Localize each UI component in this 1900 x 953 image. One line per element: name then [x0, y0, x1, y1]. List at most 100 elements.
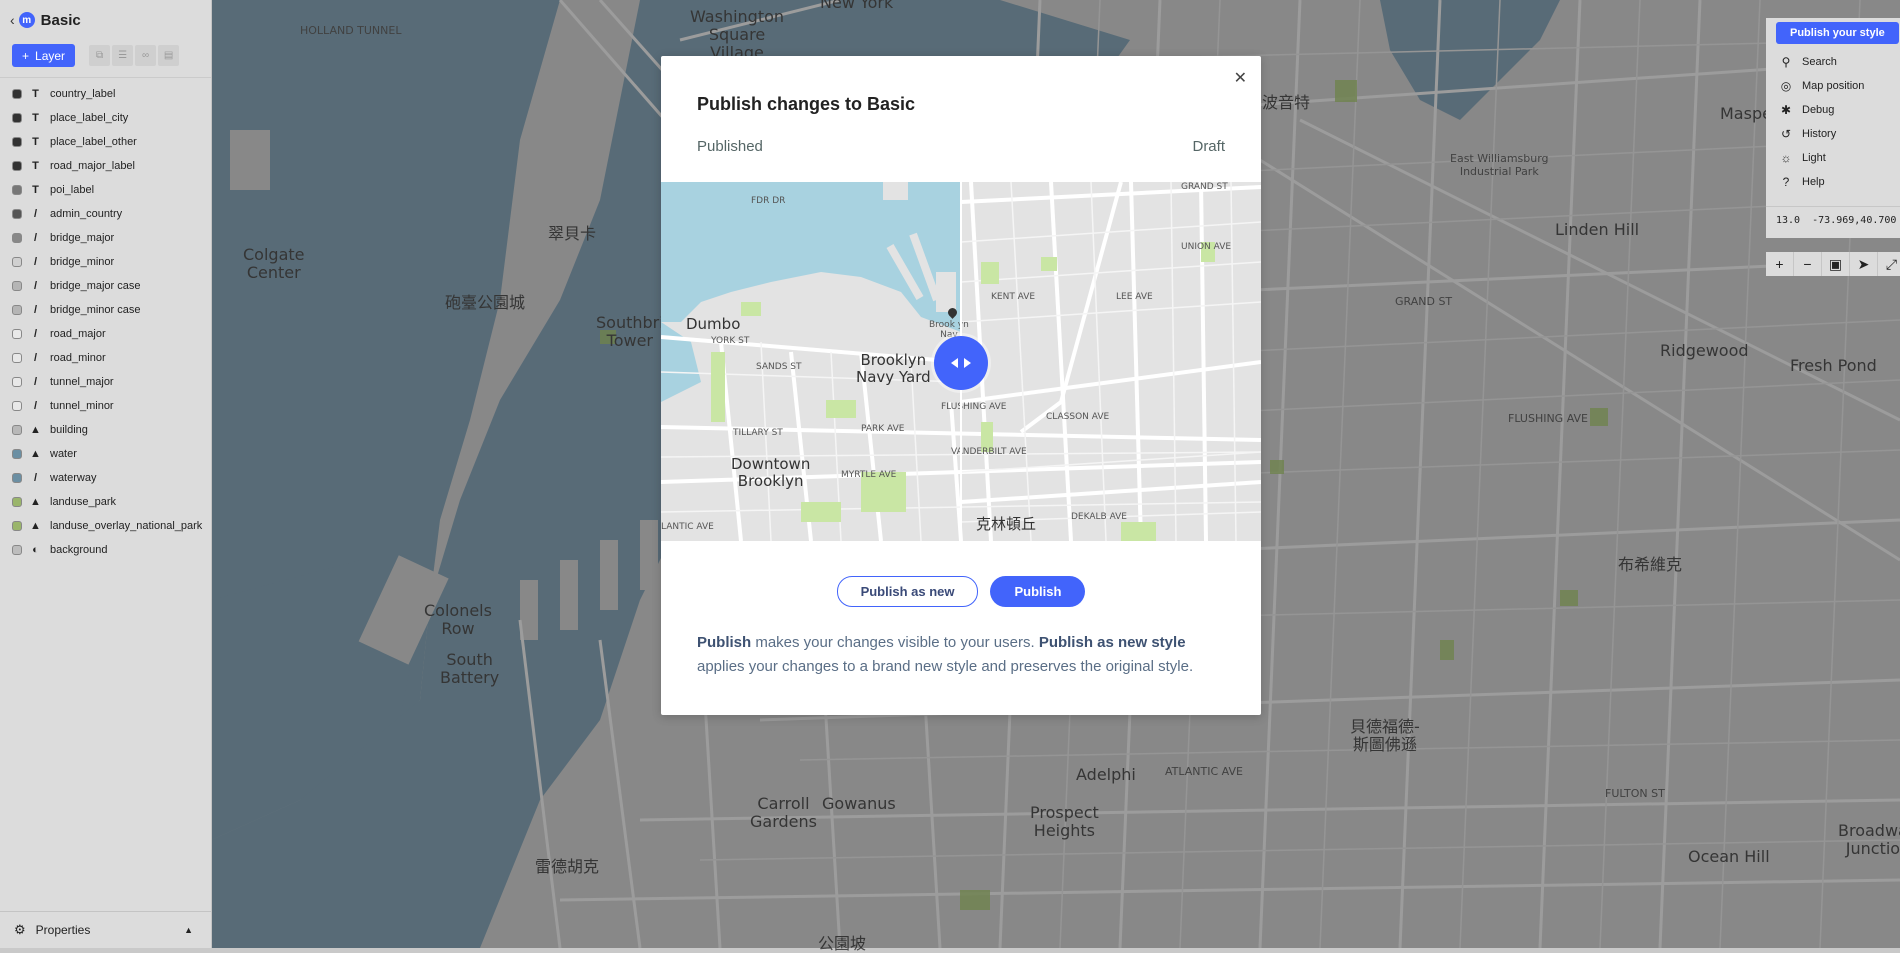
desc-bold-1: Publish — [697, 634, 752, 651]
fill-layer-icon: ▲ — [30, 448, 41, 460]
layer-name: tunnel_minor — [50, 400, 114, 412]
lock-icon[interactable]: ▣ — [1822, 252, 1850, 276]
layer-tools: ⧉ ☰ ∞ ▤ — [89, 45, 180, 66]
link-icon[interactable]: ∞ — [135, 45, 157, 66]
layer-name: landuse_overlay_national_park — [50, 520, 203, 532]
layer-color-swatch — [12, 209, 22, 219]
compare-map-label: PARK AVE — [861, 424, 905, 434]
layer-row[interactable]: / bridge_minor — [0, 250, 211, 274]
tool-item-history[interactable]: ↺ History — [1766, 122, 1900, 146]
layer-row[interactable]: Tplace_label_other — [0, 130, 211, 154]
compare-swipe-handle[interactable] — [934, 336, 988, 390]
layer-color-swatch — [12, 401, 22, 411]
compass-icon[interactable]: ➤ — [1850, 252, 1878, 276]
layer-row[interactable]: / tunnel_major — [0, 370, 211, 394]
fill-layer-icon: ▲ — [30, 424, 41, 436]
history-icon: ↺ — [1780, 127, 1792, 141]
map-position-readout: 13.0 -73.969,40.700 — [1766, 206, 1900, 241]
layer-name: road_minor — [50, 352, 106, 364]
tool-item-label: Light — [1802, 152, 1826, 164]
target-icon: ◎ — [1780, 79, 1792, 93]
layer-row[interactable]: / bridge_major — [0, 226, 211, 250]
layer-row[interactable]: / tunnel_minor — [0, 394, 211, 418]
desc-text-2: applies your changes to a brand new styl… — [697, 658, 1194, 675]
plus-icon: + — [22, 48, 30, 63]
layer-row[interactable]: / road_minor — [0, 346, 211, 370]
line-layer-icon: / — [33, 304, 38, 316]
layer-row[interactable]: Tcountry_label — [0, 82, 211, 106]
tool-item-light[interactable]: ☼ Light — [1766, 146, 1900, 170]
caret-up-icon: ▲ — [184, 925, 193, 935]
compare-map-label: 克林頓丘 — [976, 515, 1037, 533]
compare-map[interactable]: Dumbo Brooklyn Navy Yard Downtown Brooklyn… — [661, 182, 1261, 541]
background-layer-icon: ◐ — [32, 544, 39, 556]
layer-list: Tcountry_label Tplace_label_city Tplace_la… — [0, 78, 211, 562]
layer-name: water — [50, 448, 77, 460]
layer-name: poi_label — [50, 184, 95, 196]
layer-name: landuse_park — [50, 496, 117, 508]
tool-item-help[interactable]: ? Help — [1766, 170, 1900, 194]
fill-layer-icon: ▲ — [30, 496, 41, 508]
layer-row[interactable]: Troad_major_label — [0, 154, 211, 178]
fullscreen-icon[interactable]: ⤢ — [1878, 252, 1900, 276]
line-layer-icon: / — [33, 280, 38, 292]
layer-color-swatch — [12, 161, 22, 171]
line-layer-icon: / — [33, 208, 38, 220]
layer-color-swatch — [12, 449, 22, 459]
layer-name: background — [50, 544, 108, 556]
layer-row[interactable]: ▲ water — [0, 442, 211, 466]
tool-item-search[interactable]: ⚲ Search — [1766, 50, 1900, 74]
layer-row[interactable]: Tplace_label_city — [0, 106, 211, 130]
compare-map-label: CLASSON AVE — [1046, 412, 1110, 422]
chevron-left-icon[interactable]: ‹ — [10, 12, 15, 28]
layer-row[interactable]: ◐ background — [0, 538, 211, 562]
tool-item-debug[interactable]: ✱ Debug — [1766, 98, 1900, 122]
layer-row[interactable]: / admin_country — [0, 202, 211, 226]
close-icon[interactable]: ✕ — [1234, 68, 1247, 88]
layer-row[interactable]: / road_major — [0, 322, 211, 346]
modal-actions: Publish as new Publish — [661, 576, 1261, 607]
layer-color-swatch — [12, 545, 22, 555]
add-layer-label: Layer — [35, 48, 66, 63]
layer-row[interactable]: Tpoi_label — [0, 178, 211, 202]
publish-button[interactable]: Publish — [990, 576, 1086, 607]
compare-map-label: VANDERBILT AVE — [951, 447, 1027, 457]
layer-row[interactable]: ▲ landuse_overlay_national_park — [0, 514, 211, 538]
layer-name: place_label_city — [50, 112, 129, 124]
line-layer-icon: / — [33, 352, 38, 364]
layer-row[interactable]: ▲ building — [0, 418, 211, 442]
line-layer-icon: / — [33, 232, 38, 244]
publish-as-new-button[interactable]: Publish as new — [836, 576, 979, 607]
layer-name: bridge_minor — [50, 256, 115, 268]
publish-your-style-button[interactable]: Publish your style — [1776, 22, 1899, 44]
layers-sidebar: ‹ m Basic + Layer ⧉ ☰ ∞ ▤ Tcountry_label… — [0, 0, 212, 948]
symbol-layer-icon: T — [32, 160, 39, 172]
trash-icon[interactable]: ▤ — [158, 45, 180, 66]
style-title: Basic — [40, 11, 81, 29]
layer-color-swatch — [12, 89, 22, 99]
duplicate-icon[interactable]: ⧉ — [89, 45, 111, 66]
layer-row[interactable]: / waterway — [0, 466, 211, 490]
group-icon[interactable]: ☰ — [112, 45, 134, 66]
modal-title: Publish changes to Basic — [697, 94, 916, 114]
arrow-right-icon — [964, 358, 971, 368]
layer-color-swatch — [12, 185, 22, 195]
layer-row[interactable]: / bridge_major case — [0, 274, 211, 298]
layer-row[interactable]: ▲ landuse_park — [0, 490, 211, 514]
layer-color-swatch — [12, 233, 22, 243]
compare-map-label: TILLARY ST — [733, 428, 783, 438]
layer-row[interactable]: / bridge_minor case — [0, 298, 211, 322]
compare-map-label: Brooklyn Navy Yard — [856, 351, 931, 386]
compare-map-label: FDR DR — [751, 196, 786, 206]
tool-item-map-position[interactable]: ◎ Map position — [1766, 74, 1900, 98]
properties-footer[interactable]: ⚙ Properties ▲ — [0, 911, 211, 948]
compare-map-label: FLUSHING AVE — [941, 402, 1007, 412]
mapbox-logo-icon: m — [18, 12, 35, 28]
search-icon: ⚲ — [1781, 55, 1791, 69]
zoom-out-button[interactable]: − — [1794, 252, 1822, 276]
desc-bold-2: Publish as new style — [1038, 634, 1186, 651]
add-layer-button[interactable]: + Layer — [12, 44, 76, 67]
layer-name: road_major_label — [50, 160, 135, 172]
symbol-layer-icon: T — [32, 112, 39, 124]
zoom-in-button[interactable]: + — [1766, 252, 1794, 276]
